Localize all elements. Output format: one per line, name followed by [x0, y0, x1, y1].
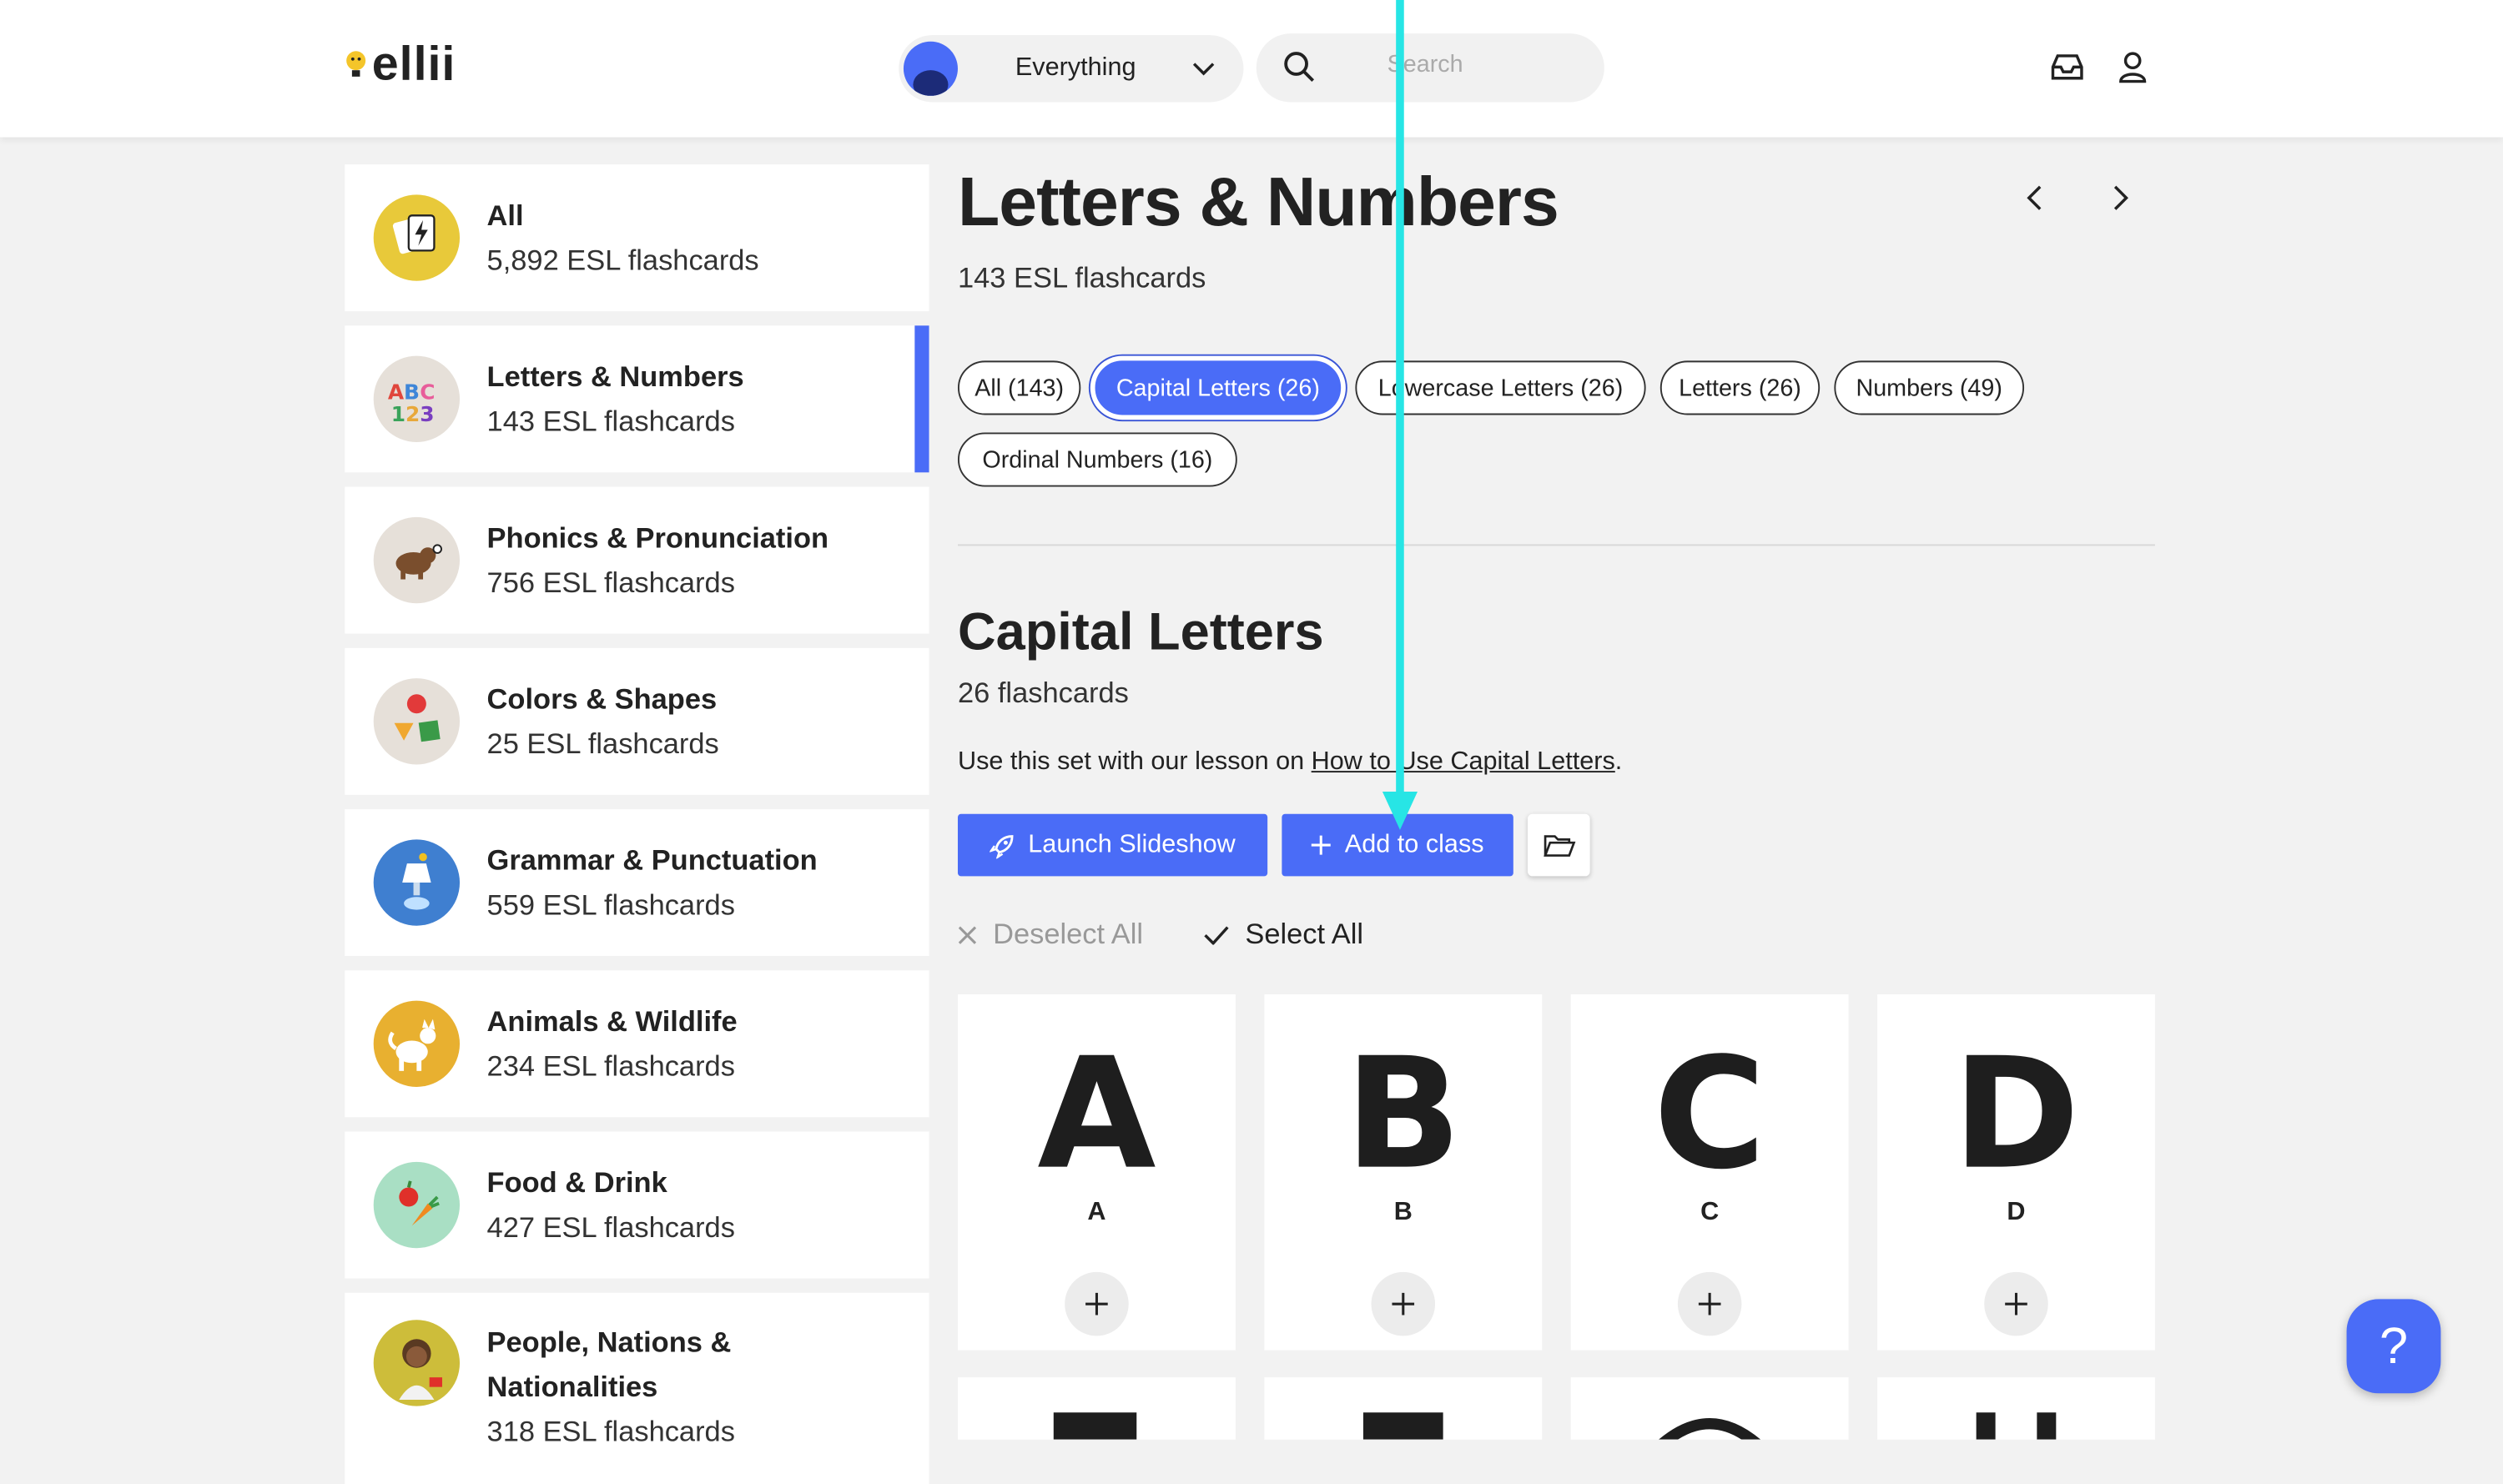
- annotation-arrow: [1382, 0, 1418, 830]
- page: ellii Everything Search All 5,892 ESL fl…: [0, 0, 2503, 1484]
